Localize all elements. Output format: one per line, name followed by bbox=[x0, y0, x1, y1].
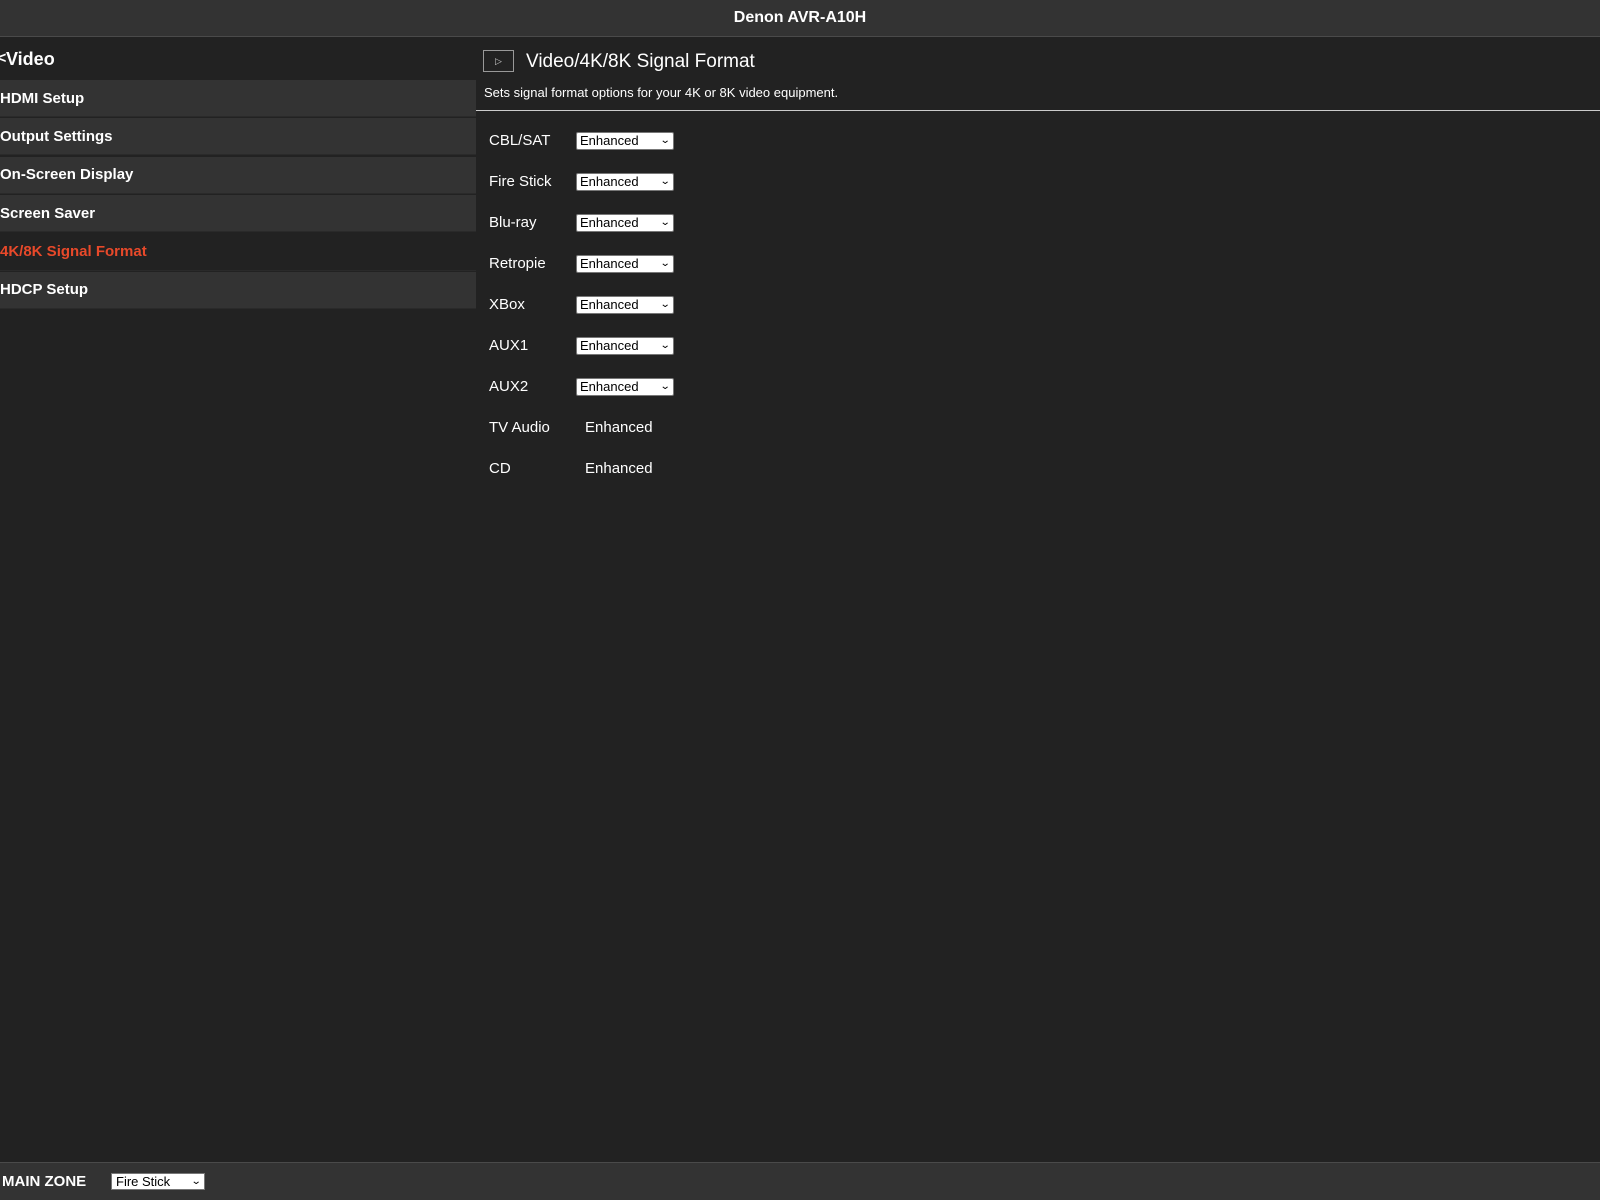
setting-label: AUX1 bbox=[489, 337, 529, 354]
setting-row-cbl-sat: CBL/SAT Enhanced ⌄ bbox=[476, 120, 1600, 161]
sidebar-item-label: HDCP Setup bbox=[0, 281, 89, 299]
setting-row-aux2: AUX2 Enhanced ⌄ bbox=[476, 366, 1600, 407]
signal-format-select[interactable]: Enhanced ⌄ bbox=[576, 336, 674, 355]
chevron-down-icon: ⌄ bbox=[659, 258, 671, 269]
chevron-down-icon: ⌄ bbox=[659, 135, 671, 146]
select-value: Fire Stick bbox=[116, 1174, 171, 1189]
select-value: Enhanced bbox=[580, 174, 639, 189]
setting-value: Enhanced bbox=[585, 460, 653, 477]
sidebar-header-label: Video bbox=[6, 48, 55, 69]
chevron-down-icon: ⌄ bbox=[659, 217, 671, 228]
sidebar: < Video HDMI Setup Output Settings On-Sc… bbox=[0, 38, 476, 310]
select-value: Enhanced bbox=[580, 133, 639, 148]
chevron-down-icon: ⌄ bbox=[659, 176, 671, 187]
sidebar-item-label: 4K/8K Signal Format bbox=[0, 243, 147, 261]
signal-format-select[interactable]: Enhanced ⌄ bbox=[576, 377, 674, 396]
select-value: Enhanced bbox=[580, 379, 639, 394]
setting-row-tv-audio: TV Audio Enhanced bbox=[476, 407, 1600, 448]
sidebar-item-hdmi-setup[interactable]: HDMI Setup bbox=[0, 80, 476, 117]
zone-source-select[interactable]: Fire Stick ⌄ bbox=[111, 1173, 205, 1190]
title-bar: Denon AVR-A10H bbox=[0, 0, 1600, 37]
select-value: Enhanced bbox=[580, 215, 639, 230]
sidebar-item-label: On-Screen Display bbox=[0, 166, 134, 184]
page-description: Sets signal format options for your 4K o… bbox=[484, 85, 839, 100]
main-content: ▷ Video/4K/8K Signal Format Sets signal … bbox=[476, 38, 1600, 489]
setting-row-cd: CD Enhanced bbox=[476, 448, 1600, 489]
play-icon: ▷ bbox=[495, 55, 502, 66]
signal-format-select[interactable]: Enhanced ⌄ bbox=[576, 254, 674, 273]
select-value: Enhanced bbox=[580, 338, 639, 353]
sidebar-item-label: HDMI Setup bbox=[0, 89, 85, 107]
setting-label: AUX2 bbox=[489, 378, 529, 395]
sidebar-item-label: Screen Saver bbox=[0, 204, 96, 222]
signal-format-select[interactable]: Enhanced ⌄ bbox=[576, 213, 674, 232]
signal-format-select[interactable]: Enhanced ⌄ bbox=[576, 131, 674, 150]
zone-label: MAIN ZONE bbox=[2, 1173, 87, 1190]
chevron-down-icon: ⌄ bbox=[659, 381, 671, 392]
setting-label: Blu-ray bbox=[489, 214, 537, 231]
sidebar-item-signal-format[interactable]: 4K/8K Signal Format bbox=[0, 233, 476, 271]
setting-label: XBox bbox=[489, 296, 525, 313]
signal-format-select[interactable]: Enhanced ⌄ bbox=[576, 172, 674, 191]
select-value: Enhanced bbox=[580, 297, 639, 312]
setting-label: CBL/SAT bbox=[489, 132, 551, 149]
sidebar-item-hdcp-setup[interactable]: HDCP Setup bbox=[0, 271, 476, 309]
setting-label: Retropie bbox=[489, 255, 546, 272]
play-button[interactable]: ▷ bbox=[483, 50, 514, 72]
signal-format-select[interactable]: Enhanced ⌄ bbox=[576, 295, 674, 314]
setting-row-fire-stick: Fire Stick Enhanced ⌄ bbox=[476, 161, 1600, 202]
back-button[interactable]: < Video bbox=[0, 38, 476, 80]
chevron-down-icon: ⌄ bbox=[190, 1176, 202, 1187]
setting-label: Fire Stick bbox=[489, 173, 552, 190]
sidebar-item-label: Output Settings bbox=[0, 127, 113, 145]
chevron-down-icon: ⌄ bbox=[659, 340, 671, 351]
setting-row-xbox: XBox Enhanced ⌄ bbox=[476, 284, 1600, 325]
footer-bar: MAIN ZONE Fire Stick ⌄ bbox=[0, 1162, 1600, 1200]
setting-row-blu-ray: Blu-ray Enhanced ⌄ bbox=[476, 202, 1600, 243]
sidebar-item-screen-saver[interactable]: Screen Saver bbox=[0, 195, 476, 233]
content-header: ▷ Video/4K/8K Signal Format Sets signal … bbox=[476, 38, 1600, 111]
chevron-down-icon: ⌄ bbox=[659, 299, 671, 310]
select-value: Enhanced bbox=[580, 256, 639, 271]
setting-value: Enhanced bbox=[585, 419, 653, 436]
sidebar-item-on-screen-display[interactable]: On-Screen Display bbox=[0, 156, 476, 194]
setting-label: TV Audio bbox=[489, 419, 550, 436]
setting-label: CD bbox=[489, 460, 511, 477]
settings-list: CBL/SAT Enhanced ⌄ Fire Stick Enhanced ⌄… bbox=[476, 111, 1600, 489]
setting-row-aux1: AUX1 Enhanced ⌄ bbox=[476, 325, 1600, 366]
sidebar-item-output-settings[interactable]: Output Settings bbox=[0, 118, 476, 156]
setting-row-retropie: Retropie Enhanced ⌄ bbox=[476, 243, 1600, 284]
page-title: Video/4K/8K Signal Format bbox=[526, 51, 755, 72]
app-title: Denon AVR-A10H bbox=[733, 9, 867, 26]
